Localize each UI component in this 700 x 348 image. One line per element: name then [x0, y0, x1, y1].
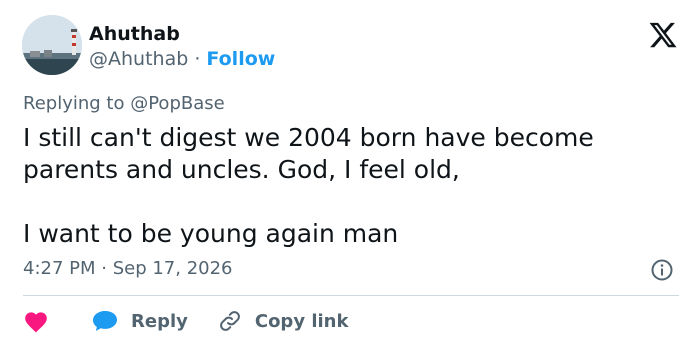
follow-link[interactable]: Follow: [206, 48, 275, 70]
reply-button[interactable]: Reply: [91, 308, 188, 334]
author-handle-line: @Ahuthab · Follow: [89, 47, 275, 71]
author-name[interactable]: Ahuthab: [89, 22, 180, 46]
replying-to: Replying to @PopBase: [23, 93, 225, 115]
tweet-timestamp[interactable]: 4:27 PM · Sep 17, 2026: [23, 257, 233, 281]
info-icon[interactable]: [650, 258, 674, 282]
link-icon: [219, 311, 240, 331]
avatar-image: [22, 15, 82, 75]
reply-label: Reply: [131, 310, 188, 332]
replying-handle-link[interactable]: @PopBase: [130, 93, 224, 114]
replying-prefix: Replying to: [23, 93, 125, 114]
copy-link-label: Copy link: [254, 310, 349, 332]
heart-icon[interactable]: [23, 309, 49, 333]
avatar[interactable]: [22, 15, 82, 75]
divider: [23, 295, 679, 296]
reply-bubble-icon: [93, 311, 117, 331]
author-handle[interactable]: @Ahuthab: [89, 48, 188, 70]
x-logo-icon[interactable]: [648, 20, 678, 50]
action-bar: Reply Copy link: [23, 305, 348, 337]
separator-dot: ·: [194, 48, 201, 70]
tweet-text: I still can't digest we 2004 born have b…: [23, 123, 594, 248]
copy-link-button[interactable]: Copy link: [188, 309, 349, 333]
